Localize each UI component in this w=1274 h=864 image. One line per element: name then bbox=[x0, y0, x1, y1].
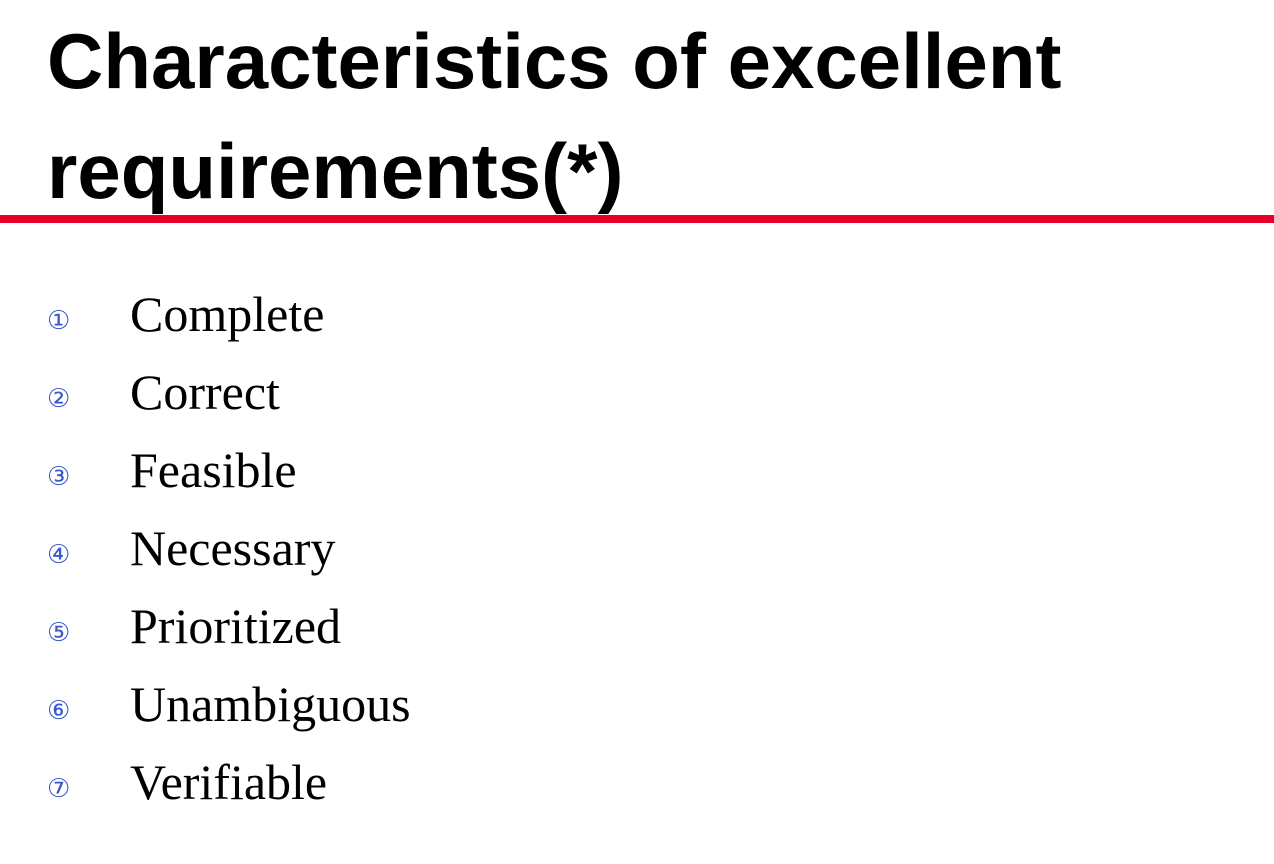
slide: Characteristics of excellent requirement… bbox=[0, 0, 1274, 864]
list-item-label: Necessary bbox=[130, 520, 336, 576]
list-item-label: Correct bbox=[130, 364, 280, 420]
circled-number-icon: ④ bbox=[47, 540, 71, 570]
title-underline-rule bbox=[0, 215, 1274, 223]
list-item-label: Unambiguous bbox=[130, 676, 411, 732]
circled-number-icon: ⑥ bbox=[47, 696, 71, 726]
circled-number-icon: ② bbox=[47, 384, 71, 414]
circled-number-icon: ⑤ bbox=[47, 618, 71, 648]
circled-number-icon: ⑦ bbox=[47, 774, 71, 804]
circled-number-icon: ③ bbox=[47, 462, 71, 492]
circled-number-icon: ① bbox=[47, 306, 71, 336]
slide-title: Characteristics of excellent requirement… bbox=[47, 17, 1062, 215]
list-item-label: Complete bbox=[130, 286, 325, 342]
list-item-label: Verifiable bbox=[130, 754, 328, 810]
list-item-label: Prioritized bbox=[130, 598, 342, 654]
list-item-label: Feasible bbox=[130, 442, 297, 498]
